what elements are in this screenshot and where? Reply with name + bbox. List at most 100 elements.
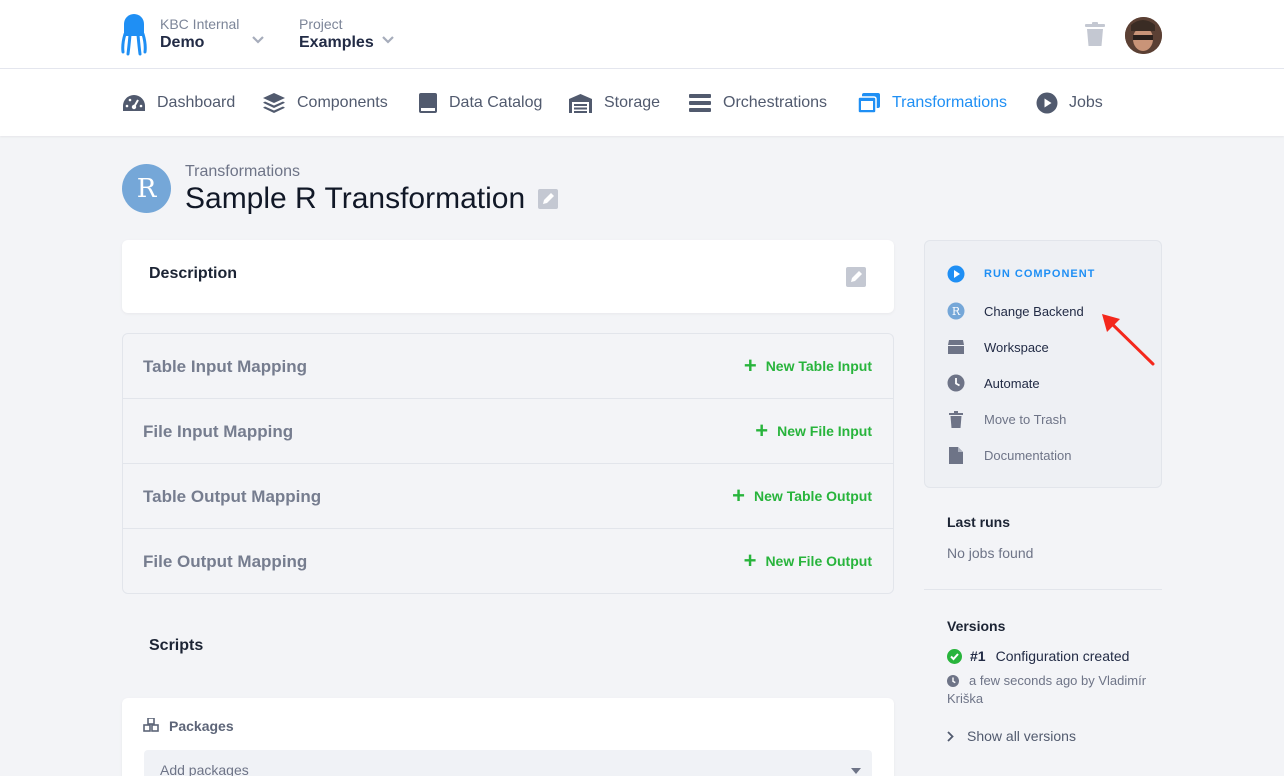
plus-icon: + [743, 353, 757, 378]
trash-icon[interactable] [1084, 22, 1106, 47]
nav-item-orchestrations[interactable]: Orchestrations [688, 91, 827, 115]
mapping-label: File Input Mapping [143, 422, 294, 441]
show-all-versions-link[interactable]: Show all versions [947, 728, 1076, 744]
version-row[interactable]: #1 Configuration created [947, 648, 1129, 664]
play-circle-icon [947, 265, 965, 283]
project-label: Project [299, 16, 343, 32]
workspace-button[interactable]: Workspace [947, 337, 1049, 357]
r-language-logo: R [122, 164, 171, 213]
action-label: Documentation [984, 447, 1072, 463]
show-all-label: Show all versions [967, 728, 1076, 744]
action-label: Change Backend [984, 303, 1084, 319]
annotation-arrow [1102, 314, 1155, 366]
main-navigation: Dashboard Components Data Catalog Storag… [0, 69, 1284, 136]
book-icon [419, 93, 437, 113]
nav-label: Dashboard [157, 94, 236, 111]
organization-switcher[interactable]: KBC Internal Demo [160, 16, 264, 54]
last-runs-heading: Last runs [947, 514, 1011, 530]
nav-item-jobs[interactable]: Jobs [1036, 91, 1103, 115]
box-icon [948, 340, 964, 354]
mappings-panel: Table Input Mapping + New Table Input Fil… [122, 333, 894, 594]
new-table-input-button[interactable]: + New Table Input [743, 353, 872, 378]
mapping-label: File Output Mapping [143, 552, 308, 571]
chevron-down-icon [382, 36, 394, 44]
file-icon [949, 446, 963, 464]
version-meta-text: a few seconds ago by Vladimír Kriška [947, 673, 1147, 706]
nav-item-data-catalog[interactable]: Data Catalog [418, 91, 542, 115]
scripts-heading: Scripts [149, 637, 204, 654]
run-component-button[interactable]: RUN COMPONENT [947, 264, 1095, 284]
nav-item-components[interactable]: Components [262, 91, 388, 115]
chevron-down-icon [252, 36, 264, 44]
mapping-row-table-input: Table Input Mapping + New Table Input [123, 334, 893, 399]
packages-card: Packages Add packages [122, 698, 894, 776]
versions-heading: Versions [947, 618, 1006, 634]
mapping-label: Table Input Mapping [143, 357, 307, 376]
play-icon [1036, 92, 1058, 114]
documentation-link[interactable]: Documentation [947, 445, 1071, 465]
nav-label: Transformations [892, 94, 1007, 111]
breadcrumb[interactable]: Transformations [185, 163, 300, 181]
mapping-row-file-input: File Input Mapping + New File Input [123, 399, 893, 464]
plus-icon: + [743, 548, 757, 573]
action-label: RUN COMPONENT [984, 268, 1096, 280]
packages-heading: Packages [169, 718, 234, 734]
window-icon [857, 93, 880, 114]
check-circle-icon [947, 648, 962, 664]
version-number: #1 [970, 648, 986, 664]
description-heading: Description [149, 265, 238, 282]
mapping-row-file-output: File Output Mapping + New File Output [123, 529, 893, 594]
nav-label: Jobs [1069, 94, 1103, 111]
mapping-row-table-output: Table Output Mapping + New Table Output [123, 464, 893, 529]
change-backend-button[interactable]: R Change Backend [947, 301, 1084, 321]
nav-item-dashboard[interactable]: Dashboard [122, 91, 235, 115]
edit-icon[interactable] [538, 189, 558, 209]
action-label: Automate [984, 375, 1040, 391]
cubes-icon [143, 718, 159, 732]
version-description: Configuration created [995, 648, 1130, 664]
warehouse-icon [569, 94, 592, 113]
trash-icon [949, 410, 963, 428]
r-logo-icon: R [947, 302, 965, 320]
project-name: Examples [299, 34, 374, 51]
nav-item-transformations[interactable]: Transformations [857, 91, 1007, 115]
svg-text:R: R [952, 305, 961, 318]
bars-icon [689, 94, 711, 112]
new-table-output-button[interactable]: + New Table Output [732, 483, 872, 508]
action-label: Move to Trash [984, 411, 1067, 427]
user-avatar[interactable] [1125, 17, 1162, 54]
nav-label: Orchestrations [723, 94, 828, 111]
divider [924, 589, 1162, 590]
packages-select[interactable]: Add packages [144, 750, 872, 776]
page-title: Sample R Transformation [185, 182, 526, 215]
nav-label: Data Catalog [449, 94, 543, 111]
new-file-input-button[interactable]: + New File Input [755, 418, 872, 443]
last-runs-empty: No jobs found [947, 545, 1034, 561]
mapping-label: Table Output Mapping [143, 487, 322, 506]
version-meta: a few seconds ago by Vladimír Kriška [947, 672, 1162, 708]
project-switcher[interactable]: Project Examples [299, 16, 394, 54]
organization-name: Demo [160, 34, 205, 51]
layers-icon [263, 93, 285, 113]
chevron-right-icon [947, 730, 954, 742]
top-header: KBC Internal Demo Project Examples [0, 0, 1284, 69]
action-label: New Table Output [754, 488, 872, 504]
keboola-octopus-logo[interactable] [121, 14, 147, 56]
plus-icon: + [732, 483, 746, 508]
automate-button[interactable]: Automate [947, 373, 1040, 393]
description-card: Description [122, 240, 894, 313]
plus-icon: + [755, 418, 769, 443]
clock-icon [947, 374, 965, 392]
action-label: New Table Input [765, 358, 872, 374]
move-to-trash-button[interactable]: Move to Trash [947, 409, 1066, 429]
action-label: New File Input [777, 423, 872, 439]
nav-item-storage[interactable]: Storage [568, 91, 660, 115]
packages-placeholder: Add packages [160, 762, 249, 776]
clock-icon [947, 675, 959, 687]
action-label: New File Output [765, 553, 872, 569]
edit-icon[interactable] [846, 267, 866, 287]
new-file-output-button[interactable]: + New File Output [743, 548, 872, 573]
caret-down-icon [851, 768, 861, 774]
dashboard-icon [123, 95, 145, 111]
action-label: Workspace [984, 339, 1049, 355]
